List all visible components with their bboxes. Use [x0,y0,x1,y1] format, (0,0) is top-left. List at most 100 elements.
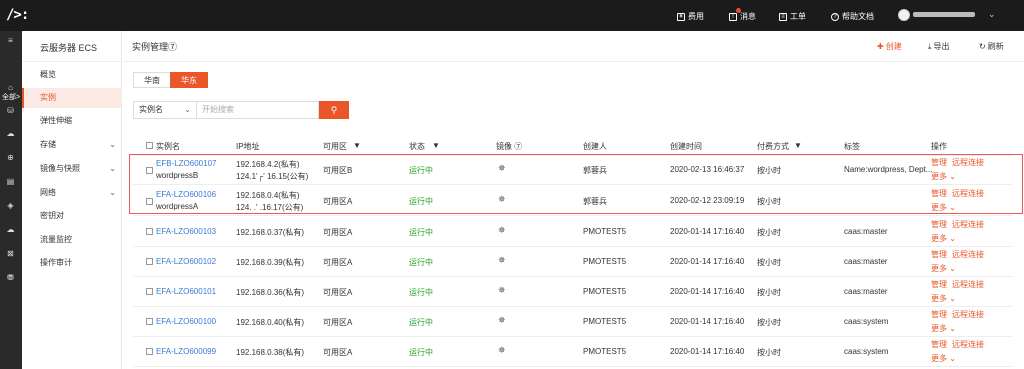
more-menu[interactable]: 更多 ⌄ [931,353,956,364]
chevron-down-icon: ⌄ [184,105,191,114]
menu-icon[interactable]: ≡ [5,36,16,45]
manage-link[interactable]: 管理 [931,249,947,260]
zone: 可用区A [323,228,353,237]
col-ip: IP地址 [236,142,260,151]
sidebar-item-overview[interactable]: 概览 [22,65,122,85]
select-all-checkbox[interactable] [146,142,153,149]
filter-icon[interactable]: ▼ [432,141,440,150]
tickets-link[interactable]: ≡ 工单 [779,11,806,22]
filter-icon[interactable]: ▼ [794,141,802,150]
more-label: 更多 [931,294,947,303]
remote-connect-link[interactable]: 远程连接 [952,279,984,290]
sidebar-item-audit[interactable]: 操作审计 [22,253,122,273]
shield-icon[interactable]: ◈ [5,201,16,210]
status-badge: 运行中 [409,318,433,327]
export-button[interactable]: ⤓ 导出 [928,41,950,52]
instance-id-link[interactable]: EFA-LZO600099 [156,347,216,356]
remote-connect-link[interactable]: 远程连接 [952,219,984,230]
storage-icon[interactable]: ⛃ [5,273,16,282]
cloud-upload-icon[interactable]: ☁ [5,225,16,234]
search-button[interactable]: ⚲ [319,101,349,119]
all-products-toggle[interactable]: 全部> [2,92,20,102]
remote-connect-link[interactable]: 远程连接 [952,309,984,320]
sidebar-item-instances[interactable]: 实例 [22,88,122,108]
icon-rail: ≡ 全部> ⌂ ⛁ ☁ ⊕ ▤ ◈ ☁ ⊠ ⛃ [0,31,22,369]
instance-id-link[interactable]: EFA-LZO600103 [156,227,216,236]
billing-mode: 按小时 [757,348,781,357]
sidebar-item-storage[interactable]: 存储 ⌄ [22,135,122,155]
more-menu[interactable]: 更多 ⌄ [931,263,956,274]
sidebar-item-images[interactable]: 镜像与快照 ⌄ [22,159,122,179]
private-ip: 192.168.0.38(私有) [236,348,305,357]
messages-link[interactable]: ! 消息 [729,11,756,22]
private-ip: 192.168.0.39(私有) [236,258,305,267]
col-name: 实例名 [156,142,180,151]
brand-logo[interactable]: />: [6,7,29,23]
image-os-icon: ✵ [498,285,506,295]
manage-link[interactable]: 管理 [931,309,947,320]
region-tab-east[interactable]: 华东 [170,72,208,88]
close-box-icon[interactable]: ⊠ [5,249,16,258]
sidebar-item-keypairs[interactable]: 密钥对 [22,206,122,226]
more-menu[interactable]: 更多 ⌄ [931,233,956,244]
remote-connect-link[interactable]: 远程连接 [952,249,984,260]
manage-link[interactable]: 管理 [931,219,947,230]
billing-mode: 按小时 [757,228,781,237]
more-label: 更多 [931,354,947,363]
row-checkbox[interactable] [146,348,153,355]
sidebar-item-network[interactable]: 网络 ⌄ [22,183,122,203]
billing-link[interactable]: ¥ 费用 [677,11,704,22]
sidebar-item-label: 实例 [40,93,56,102]
docs-link[interactable]: ? 帮助文档 [831,11,874,22]
avatar[interactable] [898,9,910,21]
row-checkbox[interactable] [146,258,153,265]
filter-icon[interactable]: ▼ [353,141,361,150]
created-time: 2020-01-14 17:16:40 [670,257,745,266]
page-title: 实例管理⑦ [132,42,178,52]
cloud-icon[interactable]: ☁ [5,129,16,138]
chevron-down-icon: ⌄ [109,164,116,173]
document-icon[interactable]: ▤ [5,177,16,186]
create-button[interactable]: ✚ 创建 [877,41,902,52]
globe-icon[interactable]: ⊕ [5,153,16,162]
col-zone: 可用区 [323,142,347,151]
filter-select[interactable]: 实例名 ⌄ [133,101,197,119]
sidebar-item-traffic[interactable]: 流量监控 [22,230,122,250]
billing-icon: ¥ [677,12,685,21]
refresh-button[interactable]: ↻ 刷新 [979,41,1004,52]
created-time: 2020-01-14 17:16:40 [670,287,745,296]
creator: PMOTEST5 [583,257,627,266]
table-row: EFA-LZO600099 192.168.0.38(私有) 可用区A 运行中 … [133,337,1013,367]
instance-id-link[interactable]: EFA-LZO600101 [156,287,216,296]
remote-connect-link[interactable]: 远程连接 [952,339,984,350]
sidebar-title: 云服务器 ECS [40,43,98,53]
instance-id-link[interactable]: EFA-LZO600100 [156,317,216,326]
region-tab-south[interactable]: 华南 [133,72,171,88]
chevron-down-icon: ⌄ [109,188,116,197]
more-label: 更多 [931,324,947,333]
col-created: 创建时间 [670,142,702,151]
chevron-down-icon: ⌄ [949,324,956,333]
more-menu[interactable]: 更多 ⌄ [931,293,956,304]
search-input[interactable]: 开始搜索 [197,101,319,119]
zone: 可用区A [323,258,353,267]
sidebar-item-label: 镜像与快照 [40,164,80,173]
row-checkbox[interactable] [146,228,153,235]
home-icon[interactable]: ⌂ [5,83,16,92]
row-checkbox[interactable] [146,318,153,325]
zone: 可用区A [323,288,353,297]
manage-link[interactable]: 管理 [931,339,947,350]
private-ip: 192.168.0.36(私有) [236,288,305,297]
more-menu[interactable]: 更多 ⌄ [931,323,956,334]
instance-id-link[interactable]: EFA-LZO600102 [156,257,216,266]
database-icon[interactable]: ⛁ [5,106,16,115]
row-checkbox[interactable] [146,288,153,295]
sidebar-item-autoscaling[interactable]: 弹性伸缩 [22,111,122,131]
creator: PMOTEST5 [583,317,627,326]
manage-link[interactable]: 管理 [931,279,947,290]
refresh-icon: ↻ [979,42,986,51]
username-redacted[interactable] [913,12,975,17]
refresh-label: 刷新 [987,42,1004,51]
sidebar-item-label: 存储 [40,140,56,149]
chevron-down-icon[interactable]: ⌄ [988,9,996,20]
